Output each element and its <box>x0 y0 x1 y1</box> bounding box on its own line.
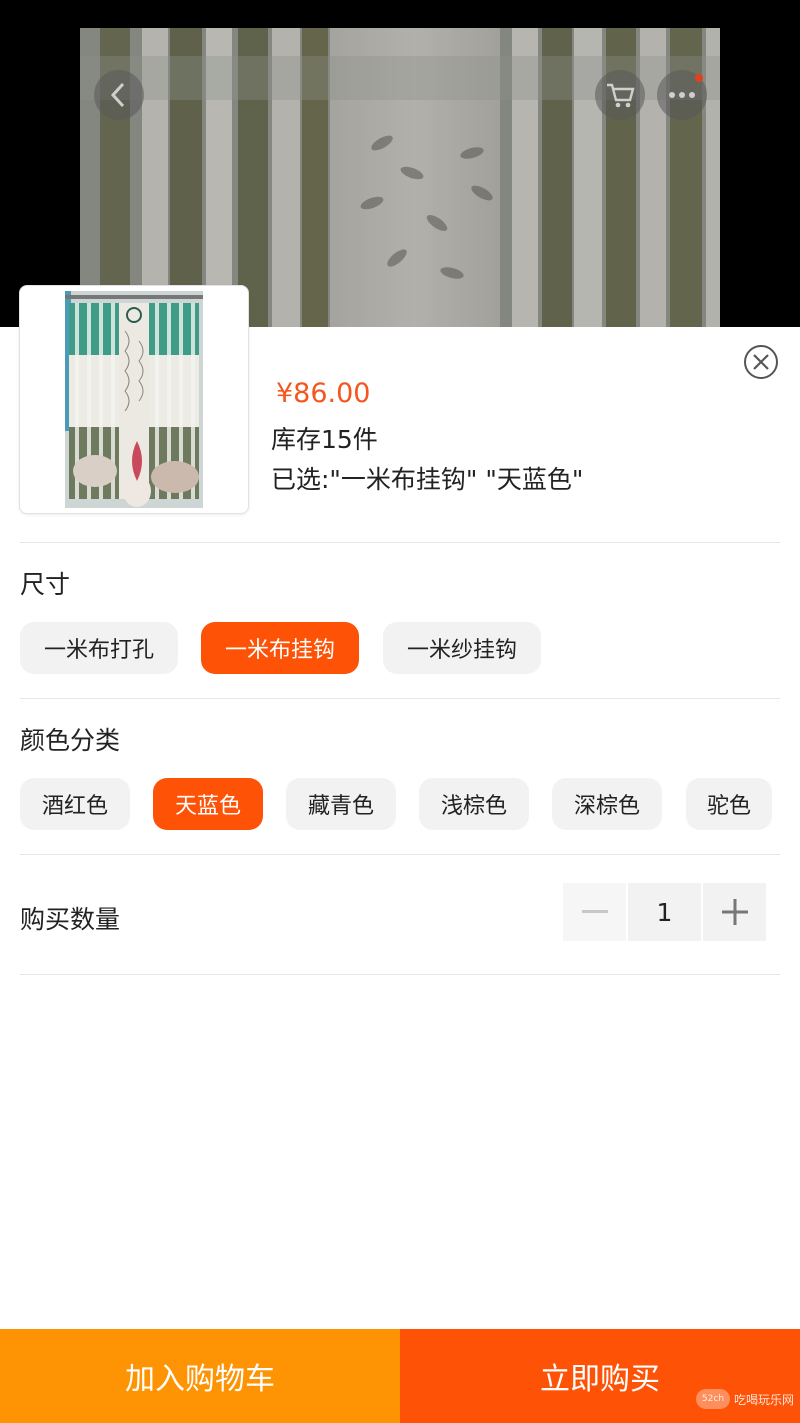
plus-icon <box>721 899 748 925</box>
divider <box>20 542 780 543</box>
minus-icon <box>581 910 608 913</box>
color-option-4[interactable]: 浅棕色 <box>419 778 529 830</box>
color-option-3[interactable]: 藏青色 <box>286 778 396 830</box>
cart-icon <box>607 83 635 108</box>
size-option-3[interactable]: 一米纱挂钩 <box>383 622 541 674</box>
divider <box>20 974 780 975</box>
more-icon <box>669 92 695 98</box>
quantity-value[interactable]: 1 <box>628 883 701 941</box>
size-section-title: 尺寸 <box>20 570 71 599</box>
more-button[interactable] <box>657 70 707 120</box>
size-option-2[interactable]: 一米布挂钩 <box>201 622 359 674</box>
quantity-label: 购买数量 <box>20 905 121 934</box>
watermark: 52ch 吃喝玩乐网 <box>695 1389 794 1409</box>
stock-count: 库存15件 <box>271 425 378 454</box>
increase-button[interactable] <box>703 883 766 941</box>
color-section-title: 颜色分类 <box>20 726 121 755</box>
product-thumbnail <box>19 285 249 514</box>
close-icon <box>753 354 769 370</box>
cart-button[interactable] <box>595 70 645 120</box>
back-button[interactable] <box>94 70 144 120</box>
product-thumbnail-image <box>65 291 203 508</box>
close-button[interactable] <box>744 345 778 379</box>
watermark-text: 吃喝玩乐网 <box>733 1392 794 1407</box>
divider <box>20 854 780 855</box>
divider <box>20 698 780 699</box>
size-option-1[interactable]: 一米布打孔 <box>20 622 178 674</box>
selected-summary: 已选:"一米布挂钩" "天蓝色" <box>271 465 584 494</box>
color-option-2[interactable]: 天蓝色 <box>153 778 263 830</box>
color-option-1[interactable]: 酒红色 <box>20 778 130 830</box>
color-option-5[interactable]: 深棕色 <box>552 778 662 830</box>
decrease-button[interactable] <box>563 883 626 941</box>
notification-dot <box>695 74 703 82</box>
product-price: ¥86.00 <box>276 378 371 409</box>
add-to-cart-button[interactable]: 加入购物车 <box>0 1329 400 1423</box>
watermark-logo: 52ch <box>695 1389 730 1409</box>
back-icon <box>110 82 125 108</box>
color-option-6[interactable]: 驼色 <box>686 778 772 830</box>
